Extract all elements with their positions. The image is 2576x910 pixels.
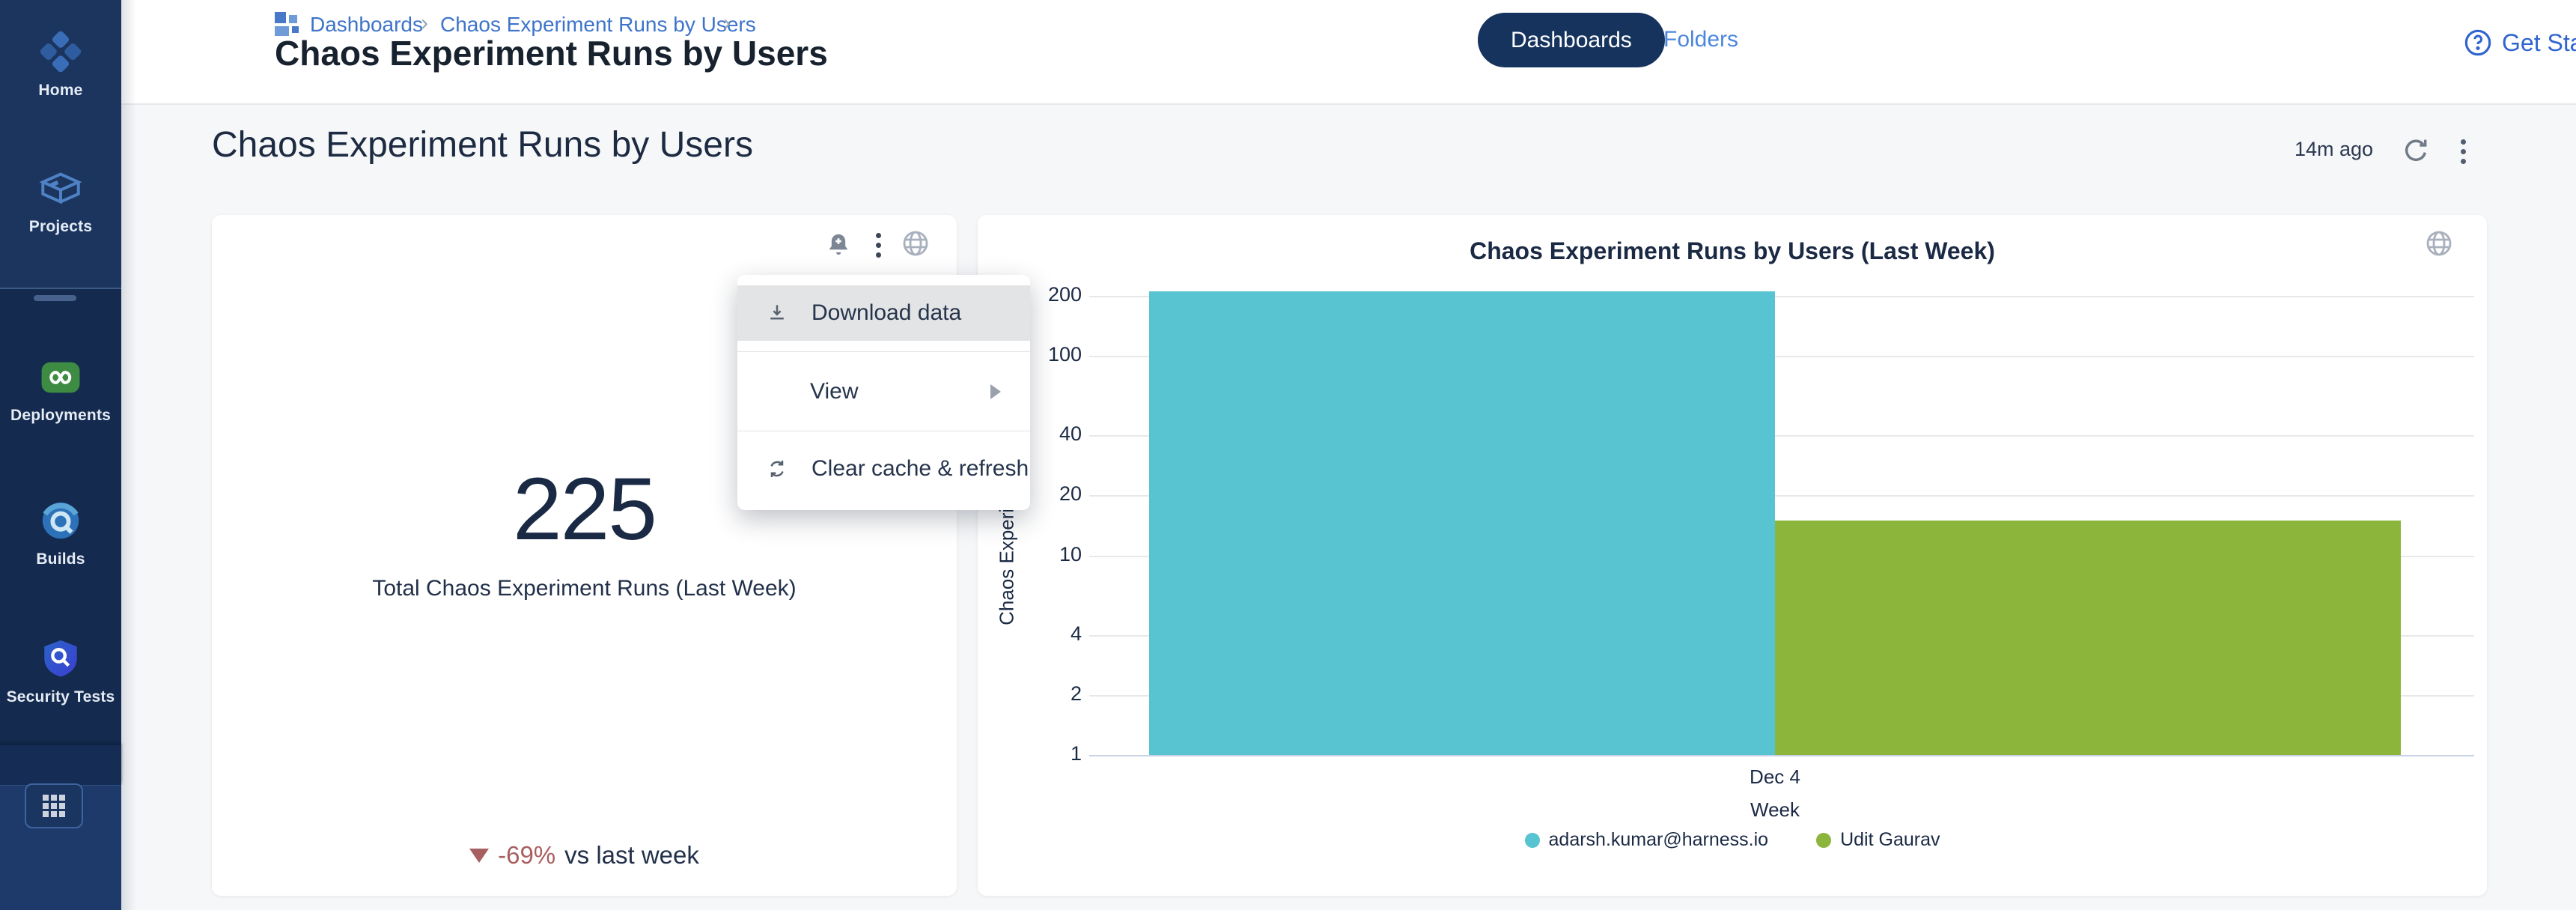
chart-bar-series-0[interactable] <box>1149 291 1775 755</box>
tile-context-menu: Download data View Clear cache & refresh <box>737 275 1030 510</box>
menu-item-download-data[interactable]: Download data <box>737 285 1030 341</box>
tab-label: Dashboards <box>1511 28 1632 53</box>
legend-dot <box>1816 833 1831 848</box>
legend-item[interactable]: adarsh.kumar@harness.io <box>1525 829 1769 851</box>
tile-explore-button[interactable] <box>899 227 932 260</box>
legend-label: Udit Gaurav <box>1840 829 1940 851</box>
get-started-link[interactable]: Get Started <box>2463 28 2576 58</box>
page-title: Chaos Experiment Runs by Users <box>275 33 828 73</box>
breadcrumb-separator: › <box>421 10 428 36</box>
chart-explore-button[interactable] <box>2423 227 2455 260</box>
dashboard-options-button[interactable] <box>2446 135 2479 168</box>
down-triangle-icon <box>469 849 489 863</box>
chart-plot-area: 200100402010421 <box>978 215 2487 896</box>
sidebar-item-label: Security Tests <box>0 688 121 706</box>
projects-icon <box>37 166 85 213</box>
y-axis-tick-label: 4 <box>999 622 1082 646</box>
refresh-button[interactable] <box>2399 135 2432 168</box>
menu-item-label: View <box>810 379 858 404</box>
tab-dashboards[interactable]: Dashboards <box>1478 13 1665 67</box>
deployments-icon <box>37 357 84 402</box>
module-grid-button[interactable] <box>25 783 83 828</box>
kebab-icon <box>2461 139 2466 164</box>
sidebar-item-label: Home <box>0 82 121 100</box>
tile-options-button[interactable] <box>862 228 895 261</box>
grid-icon <box>43 795 65 817</box>
chart-bar-series-1[interactable] <box>1775 521 2401 755</box>
delta-value: -69% <box>498 841 555 870</box>
last-refreshed-timestamp: 14m ago <box>2295 138 2373 161</box>
sidebar-item-home[interactable]: Home <box>0 30 121 100</box>
chart-legend: adarsh.kumar@harness.io Udit Gaurav <box>978 829 2487 851</box>
sidebar-divider <box>0 288 121 289</box>
x-axis-title: Week <box>1750 798 1800 822</box>
menu-item-label: Download data <box>812 300 961 326</box>
kebab-icon <box>876 233 881 258</box>
sidebar-drag-handle[interactable] <box>34 295 76 301</box>
tile-caption: Total Chaos Experiment Runs (Last Week) <box>212 576 957 601</box>
globe-icon <box>901 228 931 258</box>
question-circle-icon <box>2463 28 2493 58</box>
legend-label: adarsh.kumar@harness.io <box>1549 829 1769 851</box>
legend-dot <box>1525 833 1540 848</box>
tab-folders[interactable]: Folders <box>1663 27 1738 52</box>
bell-plus-icon <box>825 231 852 258</box>
y-axis-tick-label: 2 <box>999 682 1082 706</box>
x-axis-category-label: Dec 4 <box>1750 765 1800 789</box>
security-tests-icon <box>39 637 82 684</box>
chart-gridline <box>1089 755 2474 756</box>
builds-icon <box>39 499 82 546</box>
sidebar: Home Projects Deployments Builds Securit… <box>0 0 121 910</box>
cycle-icon <box>766 458 788 480</box>
submenu-arrow-icon <box>990 384 1001 399</box>
sidebar-item-deployments[interactable]: Deployments <box>0 357 121 425</box>
sidebar-item-label: Deployments <box>0 407 121 425</box>
breadcrumb-separator: › <box>723 10 731 36</box>
globe-icon <box>2424 228 2454 258</box>
sidebar-item-label: Projects <box>0 218 121 236</box>
tile-delta-row: -69% vs last week <box>212 841 957 870</box>
legend-item[interactable]: Udit Gaurav <box>1816 829 1940 851</box>
sidebar-item-security-tests[interactable]: Security Tests <box>0 637 121 706</box>
sidebar-collapse-band[interactable] <box>0 745 121 785</box>
menu-item-clear-cache-refresh[interactable]: Clear cache & refresh <box>737 431 1030 506</box>
download-icon <box>766 302 788 324</box>
refresh-icon <box>2401 136 2431 166</box>
dashboard-title: Chaos Experiment Runs by Users <box>212 124 753 166</box>
y-axis-tick-label: 1 <box>999 742 1082 765</box>
top-bar: Dashboards › Chaos Experiment Runs by Us… <box>121 0 2576 105</box>
menu-item-label: Clear cache & refresh <box>812 456 1029 482</box>
alert-button[interactable] <box>822 228 855 261</box>
sidebar-item-builds[interactable]: Builds <box>0 499 121 568</box>
sidebar-item-label: Builds <box>0 550 121 568</box>
home-icon <box>39 30 82 77</box>
menu-item-view[interactable]: View <box>737 352 1030 431</box>
sidebar-item-projects[interactable]: Projects <box>0 166 121 236</box>
content-edge-shadow <box>121 0 136 910</box>
get-started-label: Get Started <box>2502 29 2576 57</box>
chart-card: Chaos Experiment Runs by Users (Last Wee… <box>978 215 2487 896</box>
delta-suffix: vs last week <box>564 841 699 870</box>
